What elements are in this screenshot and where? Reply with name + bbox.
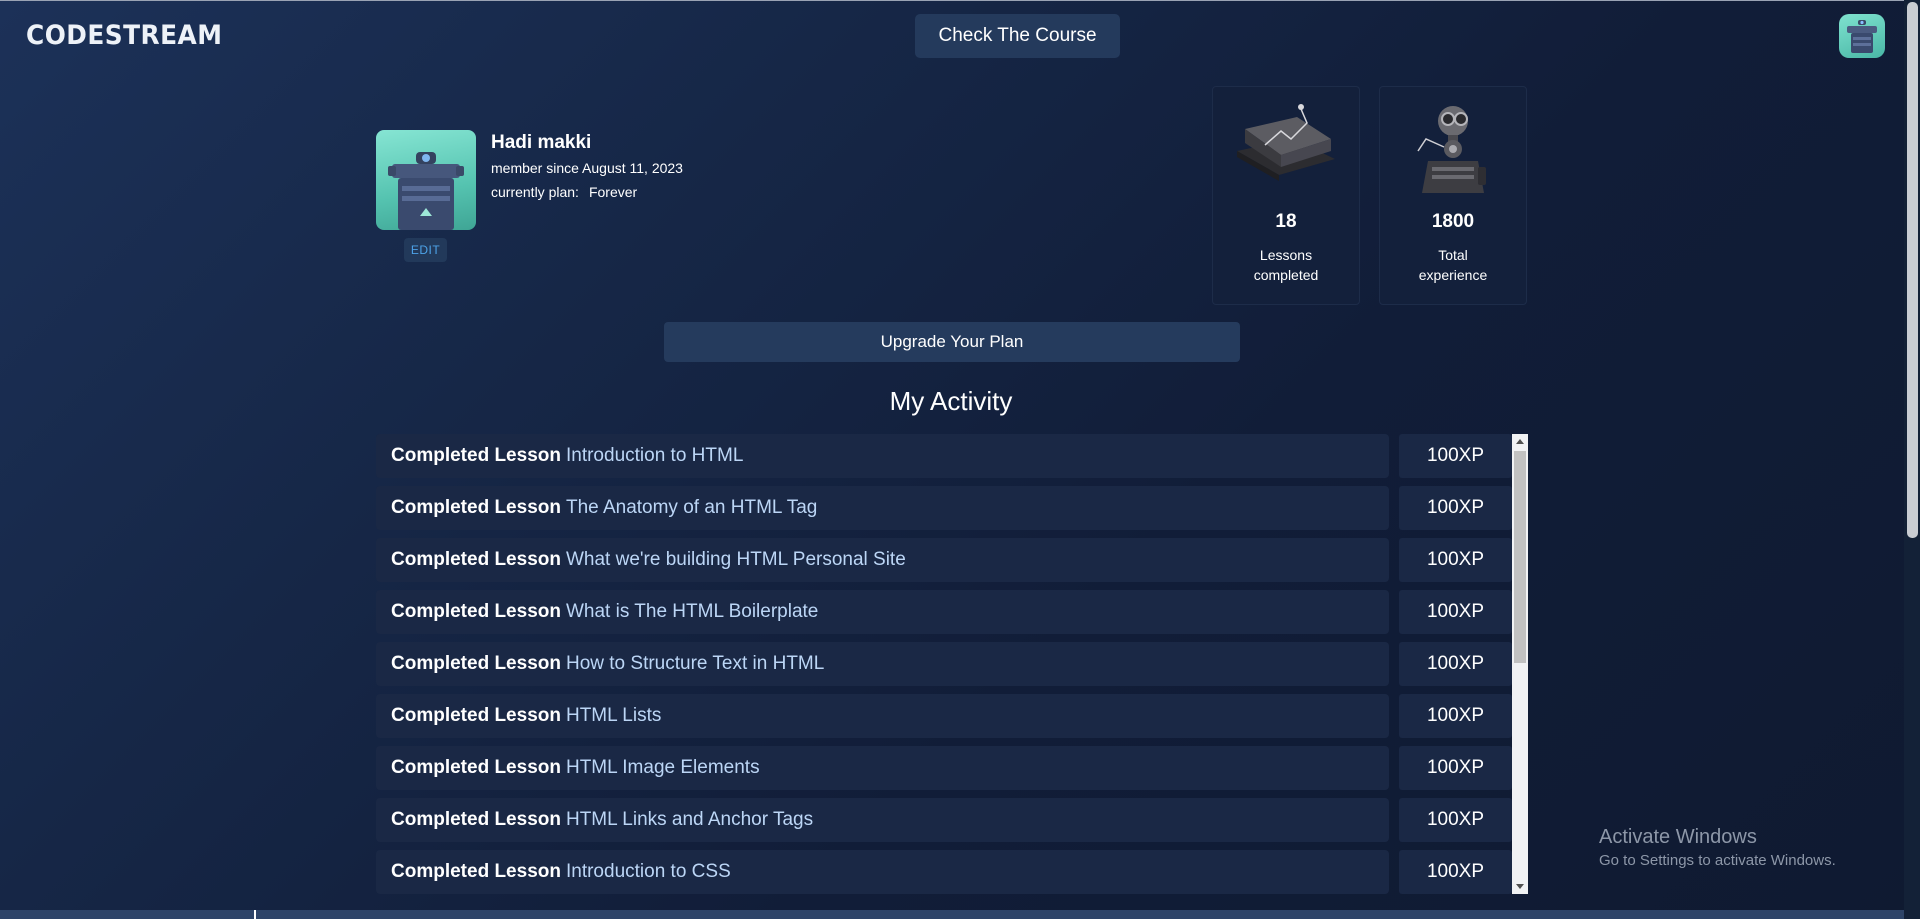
robot-illustration-icon: [1417, 106, 1486, 193]
layers-illustration-icon: [1237, 104, 1335, 181]
bottom-bar: [0, 910, 1904, 919]
activity-xp: 100XP: [1399, 538, 1512, 582]
activity-prefix: Completed Lesson: [391, 757, 561, 778]
activity-xp: 100XP: [1399, 486, 1512, 530]
plan-label: currently plan:: [491, 184, 579, 200]
activity-xp: 100XP: [1399, 746, 1512, 790]
activity-prefix: Completed Lesson: [391, 445, 561, 466]
activity-title: My Activity: [889, 386, 1013, 416]
activity-prefix: Completed Lesson: [391, 601, 561, 622]
activity-row: Completed Lesson How to Structure Text i…: [376, 642, 1512, 686]
lesson-title: What we're building HTML Personal Site: [565, 549, 906, 570]
activity-row: Completed Lesson HTML Lists 100XP: [376, 694, 1512, 738]
browser-top-border: [0, 0, 1920, 1]
activity-row: Completed Lesson HTML Links and Anchor T…: [376, 798, 1512, 842]
lesson-title: The Anatomy of an HTML Tag: [565, 497, 818, 518]
activate-windows-title: Activate Windows: [1599, 826, 1757, 848]
activity-row: Completed Lesson Introduction to CSS 100…: [376, 850, 1512, 894]
activity-prefix: Completed Lesson: [391, 497, 561, 518]
lesson-title: HTML Image Elements: [565, 757, 760, 778]
activity-lesson: Completed Lesson HTML Links and Anchor T…: [376, 798, 1389, 842]
total-experience-label: Total experience: [1418, 247, 1488, 283]
profile-name: Hadi makki: [491, 132, 592, 153]
activity-prefix: Completed Lesson: [391, 549, 561, 570]
activity-lesson: Completed Lesson The Anatomy of an HTML …: [376, 486, 1389, 530]
activity-list[interactable]: Completed Lesson Introduction to HTML 10…: [376, 434, 1528, 894]
activity-scrollbar[interactable]: [1512, 434, 1528, 894]
activate-windows-subtitle: Go to Settings to activate Windows.: [1599, 852, 1836, 869]
check-course-button[interactable]: Check The Course: [915, 14, 1120, 58]
lesson-title: Introduction to CSS: [565, 861, 731, 882]
lesson-title: How to Structure Text in HTML: [565, 653, 825, 674]
robot-avatar-icon: [388, 152, 464, 230]
lessons-completed-card: 18 Lessons completed: [1212, 86, 1360, 305]
activity-xp: 100XP: [1399, 850, 1512, 894]
upgrade-plan-button[interactable]: Upgrade Your Plan: [664, 322, 1240, 362]
activity-lesson: Completed Lesson HTML Image Elements: [376, 746, 1389, 790]
activity-xp: 100XP: [1399, 434, 1512, 478]
activity-prefix: Completed Lesson: [391, 653, 561, 674]
lesson-title: HTML Links and Anchor Tags: [565, 809, 814, 830]
edit-profile-button[interactable]: EDIT: [404, 238, 447, 262]
total-experience-value: 1800: [1431, 211, 1475, 232]
scroll-up-arrow-icon[interactable]: [1516, 439, 1524, 444]
activity-row: Completed Lesson HTML Image Elements 100…: [376, 746, 1512, 790]
activity-prefix: Completed Lesson: [391, 861, 561, 882]
member-since: member since August 11, 2023: [491, 160, 683, 176]
activity-xp: 100XP: [1399, 642, 1512, 686]
activity-lesson: Completed Lesson How to Structure Text i…: [376, 642, 1389, 686]
activity-row: Completed Lesson What is The HTML Boiler…: [376, 590, 1512, 634]
lesson-title: Introduction to HTML: [565, 445, 744, 466]
plan-value: Forever: [588, 184, 638, 200]
lesson-title: What is The HTML Boilerplate: [565, 601, 819, 622]
activity-xp: 100XP: [1399, 590, 1512, 634]
total-experience-card: 1800 Total experience: [1379, 86, 1527, 305]
page-scrollbar[interactable]: [1904, 0, 1920, 919]
profile-avatar: [376, 130, 476, 230]
bottom-bar-marker: [254, 910, 256, 919]
activity-prefix: Completed Lesson: [391, 705, 561, 726]
page-scroll-thumb[interactable]: [1907, 2, 1918, 538]
user-avatar-button[interactable]: [1839, 14, 1885, 58]
current-plan: currently plan: Forever: [491, 184, 637, 200]
activity-lesson: Completed Lesson Introduction to CSS: [376, 850, 1389, 894]
activity-row: Completed Lesson Introduction to HTML 10…: [376, 434, 1512, 478]
codestream-logo[interactable]: CODESTREAM: [26, 20, 222, 51]
activity-prefix: Completed Lesson: [391, 809, 561, 830]
activity-row: Completed Lesson What we're building HTM…: [376, 538, 1512, 582]
activity-xp: 100XP: [1399, 694, 1512, 738]
scroll-down-arrow-icon[interactable]: [1516, 884, 1524, 889]
lessons-completed-label: Lessons completed: [1253, 247, 1319, 283]
activity-row: Completed Lesson The Anatomy of an HTML …: [376, 486, 1512, 530]
activity-scroll-thumb[interactable]: [1514, 451, 1526, 663]
activity-xp: 100XP: [1399, 798, 1512, 842]
lesson-title: HTML Lists: [565, 705, 662, 726]
lessons-completed-value: 18: [1275, 211, 1297, 232]
robot-avatar-icon: [1847, 20, 1877, 53]
activity-lesson: Completed Lesson HTML Lists: [376, 694, 1389, 738]
activity-lesson: Completed Lesson Introduction to HTML: [376, 434, 1389, 478]
activity-lesson: Completed Lesson What we're building HTM…: [376, 538, 1389, 582]
activity-lesson: Completed Lesson What is The HTML Boiler…: [376, 590, 1389, 634]
